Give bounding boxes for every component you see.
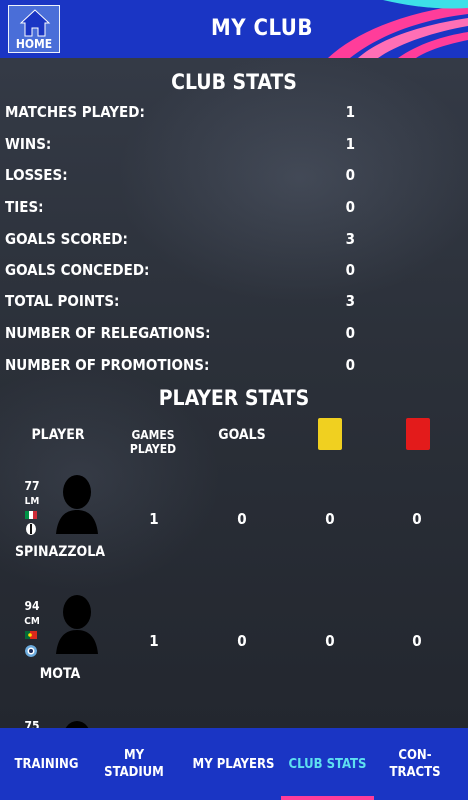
stat-row-ties: TIES: 0: [5, 198, 355, 222]
player-rating: 94: [24, 599, 40, 613]
stat-value: 0: [345, 261, 355, 279]
stat-label: TOTAL POINTS:: [5, 292, 120, 310]
stat-row-goals-conceded: GOALS CONCEDED: 0: [5, 261, 355, 285]
player-goals: 0: [237, 632, 247, 650]
club-stats-title: CLUB STATS: [171, 70, 297, 94]
stat-row-matches-played: MATCHES PLAYED: 1: [5, 103, 355, 127]
column-header-goals: GOALS: [218, 427, 266, 443]
nav-contracts[interactable]: CON-TRACTS: [375, 728, 455, 800]
nav-training[interactable]: TRAINING: [0, 728, 93, 800]
stat-row-total-points: TOTAL POINTS: 3: [5, 292, 355, 316]
red-card-icon: [406, 418, 430, 450]
player-red-cards: 0: [412, 510, 422, 528]
stat-label: NUMBER OF PROMOTIONS:: [5, 356, 210, 374]
stat-label: MATCHES PLAYED:: [5, 103, 145, 121]
man-city-crest-icon: [25, 645, 37, 657]
player-position: CM: [24, 616, 40, 627]
stat-label: GOALS CONCEDED:: [5, 261, 150, 279]
stat-value: 1: [345, 103, 355, 121]
stat-value: 0: [345, 166, 355, 184]
yellow-card-icon: [318, 418, 342, 450]
player-name: MOTA: [39, 666, 81, 682]
column-header-games-played: GAMES PLAYED: [129, 428, 177, 456]
stat-value: 0: [345, 324, 355, 342]
portugal-flag-icon: [25, 631, 37, 639]
player-silhouette-icon: [56, 475, 98, 534]
player-games-played: 1: [149, 632, 159, 650]
stat-label: GOALS SCORED:: [5, 230, 128, 248]
stat-value: 1: [345, 135, 355, 153]
player-silhouette-icon: [65, 721, 89, 728]
player-games-played: 1: [149, 510, 159, 528]
nav-club-stats[interactable]: CLUB STATS: [281, 728, 374, 800]
player-position: LM: [24, 496, 40, 507]
nav-my-players[interactable]: MY PLAYERS: [187, 728, 280, 800]
juventus-crest-icon: [26, 523, 36, 535]
stat-value: 0: [345, 198, 355, 216]
stat-row-promotions: NUMBER OF PROMOTIONS: 0: [5, 356, 355, 380]
header-bar: HOME MY CLUB: [0, 0, 468, 58]
bottom-nav: TRAINING MY STADIUM MY PLAYERS CLUB STAT…: [0, 728, 468, 800]
stat-label: NUMBER OF RELEGATIONS:: [5, 324, 211, 342]
stat-row-losses: LOSSES: 0: [5, 166, 355, 190]
stat-value: 0: [345, 356, 355, 374]
page-title: MY CLUB: [211, 16, 313, 41]
player-row[interactable]: 94 CM MOTA 1 0 0 0: [0, 590, 468, 710]
stat-value: 3: [345, 230, 355, 248]
player-rating: 77: [24, 479, 40, 493]
player-stats-title: PLAYER STATS: [158, 386, 310, 410]
stat-row-goals-scored: GOALS SCORED: 3: [5, 230, 355, 254]
italy-flag-icon: [25, 511, 37, 519]
nav-my-stadium[interactable]: MY STADIUM: [94, 728, 174, 800]
player-row[interactable]: 75: [0, 710, 468, 728]
player-goals: 0: [237, 510, 247, 528]
stat-row-relegations: NUMBER OF RELEGATIONS: 0: [5, 324, 355, 348]
player-name: SPINAZZOLA: [14, 544, 105, 560]
stat-label: TIES:: [5, 198, 44, 216]
column-header-player: PLAYER: [31, 427, 85, 443]
player-rating: 75: [24, 719, 40, 728]
stat-label: LOSSES:: [5, 166, 68, 184]
player-row[interactable]: 77 LM SPINAZZOLA 1 0 0 0: [0, 470, 468, 590]
stat-label: WINS:: [5, 135, 52, 153]
player-yellow-cards: 0: [325, 510, 335, 528]
stat-row-wins: WINS: 1: [5, 135, 355, 159]
player-red-cards: 0: [412, 632, 422, 650]
player-yellow-cards: 0: [325, 632, 335, 650]
player-silhouette-icon: [56, 595, 98, 654]
stat-value: 3: [345, 292, 355, 310]
active-tab-indicator: [281, 796, 374, 800]
